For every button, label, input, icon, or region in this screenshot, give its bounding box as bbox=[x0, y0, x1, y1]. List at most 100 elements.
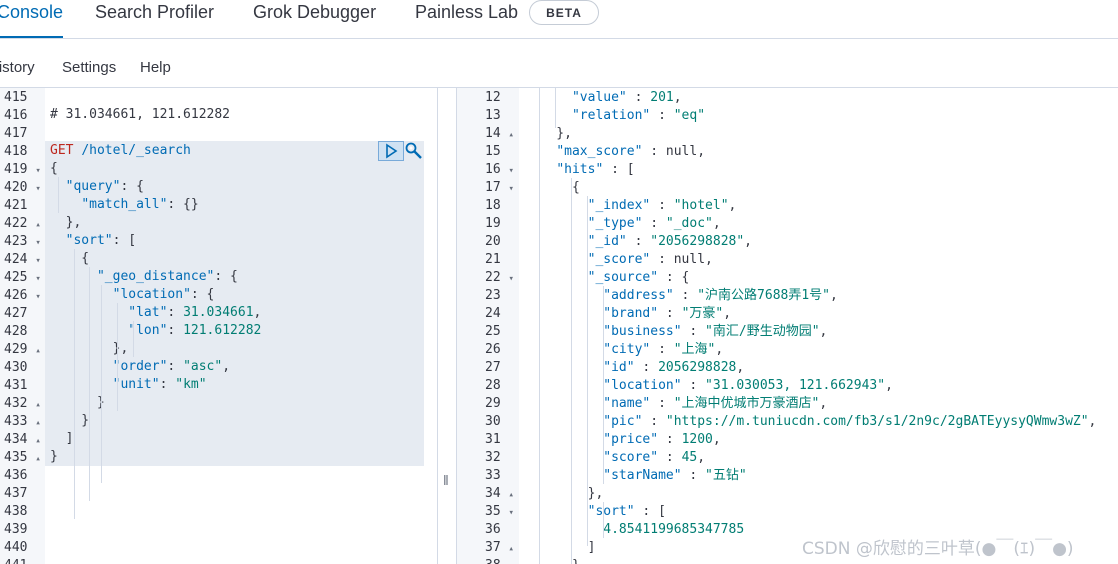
response-line: "sort" : [ bbox=[587, 504, 666, 519]
line-number: 422 ▴ bbox=[4, 216, 41, 231]
line-number: 429 ▴ bbox=[4, 342, 41, 357]
response-line: "starName" : "五钻" bbox=[603, 468, 747, 483]
request-comment: # 31.034661, 121.612282 bbox=[50, 107, 231, 122]
indent-guide bbox=[603, 286, 604, 484]
request-body-line: { bbox=[50, 251, 90, 266]
pane-resizer[interactable]: ‖ bbox=[437, 88, 457, 564]
response-line: 4.8541199685347785 bbox=[603, 522, 745, 537]
line-number: 30 bbox=[485, 414, 501, 429]
tab-grok-debugger[interactable]: Grok Debugger bbox=[253, 0, 376, 38]
request-body-line: "_geo_distance": { bbox=[96, 269, 238, 284]
line-number: 32 bbox=[485, 450, 501, 465]
line-number: 15 bbox=[485, 144, 501, 159]
history-menu[interactable]: History bbox=[0, 59, 35, 76]
line-number: 24 bbox=[485, 306, 501, 321]
line-number: 13 bbox=[485, 108, 501, 123]
line-number: 35 ▾ bbox=[485, 504, 514, 519]
send-request-button[interactable] bbox=[378, 141, 404, 161]
line-number: 433 ▴ bbox=[4, 414, 41, 429]
indent-guide bbox=[101, 285, 102, 483]
wrench-icon bbox=[405, 142, 422, 159]
line-number: 423 ▾ bbox=[4, 234, 41, 249]
line-number: 441 bbox=[4, 557, 27, 564]
line-number: 25 bbox=[485, 324, 501, 339]
line-number: 17 ▾ bbox=[485, 180, 514, 195]
request-method: GET bbox=[50, 143, 74, 158]
tab-console[interactable]: Console bbox=[0, 0, 64, 38]
response-line: "city" : "上海", bbox=[603, 342, 724, 357]
indent-guide bbox=[117, 303, 118, 411]
line-number: 424 ▾ bbox=[4, 252, 41, 267]
response-line: "max_score" : null, bbox=[556, 144, 706, 159]
response-line: "hits" : [ bbox=[556, 162, 635, 177]
line-number: 421 bbox=[4, 198, 28, 213]
request-line: GET /hotel/_search bbox=[50, 142, 191, 160]
line-number: 434 ▴ bbox=[4, 432, 41, 447]
indent-guide bbox=[58, 177, 59, 213]
indent-guide bbox=[74, 249, 75, 519]
tab-search-profiler[interactable]: Search Profiler bbox=[95, 0, 214, 38]
request-body-line: } bbox=[50, 449, 58, 464]
line-number: 416 bbox=[4, 108, 28, 123]
response-line: "id" : 2056298828, bbox=[603, 360, 745, 375]
line-number: 426 ▾ bbox=[4, 288, 41, 303]
line-number: 21 bbox=[485, 252, 501, 267]
line-number: 438 bbox=[4, 504, 28, 519]
response-line: "brand" : "万豪", bbox=[603, 306, 732, 321]
response-line: "_index" : "hotel", bbox=[587, 198, 737, 213]
request-body-line: }, bbox=[50, 215, 82, 230]
line-number: 36 bbox=[485, 522, 501, 537]
line-number: 19 bbox=[485, 216, 501, 231]
line-number: 29 bbox=[485, 396, 501, 411]
indent-guide bbox=[89, 267, 90, 501]
line-number: 18 bbox=[485, 198, 501, 213]
line-number: 12 bbox=[485, 90, 501, 105]
line-number: 34 ▴ bbox=[485, 486, 514, 501]
line-number: 419 ▾ bbox=[4, 162, 41, 177]
response-line: "price" : 1200, bbox=[603, 432, 721, 447]
line-number: 437 bbox=[4, 486, 28, 501]
settings-menu[interactable]: Settings bbox=[62, 59, 116, 76]
line-number: 440 bbox=[4, 540, 28, 555]
line-number: 28 bbox=[485, 378, 501, 393]
request-settings-button[interactable] bbox=[404, 141, 424, 161]
response-line: "pic" : "https://m.tuniucdn.com/fb3/s1/2… bbox=[603, 414, 1097, 429]
line-number: 27 bbox=[485, 360, 501, 375]
line-number: 38 bbox=[485, 557, 501, 564]
line-number: 26 bbox=[485, 342, 501, 357]
indent-guide bbox=[133, 321, 134, 357]
line-number: 435 ▴ bbox=[4, 450, 41, 465]
request-body-line: } bbox=[50, 413, 90, 428]
line-number: 425 ▾ bbox=[4, 270, 41, 285]
line-number: 22 ▾ bbox=[485, 270, 514, 285]
line-number: 31 bbox=[485, 432, 501, 447]
line-number: 418 bbox=[4, 144, 28, 159]
beta-badge: BETA bbox=[529, 0, 599, 25]
help-menu[interactable]: Help bbox=[140, 59, 171, 76]
line-number: 428 bbox=[4, 324, 28, 339]
console-menu-bar: History Settings Help bbox=[0, 39, 1118, 88]
line-number: 420 ▾ bbox=[4, 180, 41, 195]
request-gutter: 415 416 417 418 419 ▾ 420 ▾ 421 422 ▴ 423 ▾ 424 ▾… bbox=[0, 88, 45, 564]
indent-guide bbox=[555, 88, 556, 128]
play-icon bbox=[386, 143, 398, 159]
line-number: 14 ▴ bbox=[485, 126, 514, 141]
line-number: 436 bbox=[4, 468, 28, 483]
request-body-line: "lat": 31.034661, bbox=[128, 305, 262, 320]
line-number: 430 bbox=[4, 360, 28, 375]
line-number: 415 bbox=[4, 90, 28, 105]
line-number: 427 bbox=[4, 306, 28, 321]
response-line: "_id" : "2056298828", bbox=[587, 234, 752, 249]
line-number: 431 bbox=[4, 378, 28, 393]
indent-guide bbox=[587, 196, 588, 546]
app-tabs: Console Search Profiler Grok Debugger Pa… bbox=[0, 0, 1118, 39]
response-line: }, bbox=[525, 486, 604, 501]
line-number: 432 ▴ bbox=[4, 396, 41, 411]
response-line: "location" : "31.030053, 121.662943", bbox=[603, 378, 893, 393]
request-body-line: "order": "asc", bbox=[112, 359, 231, 374]
tab-painless-lab[interactable]: Painless Lab bbox=[415, 0, 518, 38]
response-line: "_type" : "_doc", bbox=[587, 216, 721, 231]
indent-guide bbox=[603, 502, 604, 538]
line-number: 417 bbox=[4, 126, 28, 141]
watermark: CSDN @欣慰的三叶草(●￣(ｴ)￣●) bbox=[802, 539, 1074, 559]
